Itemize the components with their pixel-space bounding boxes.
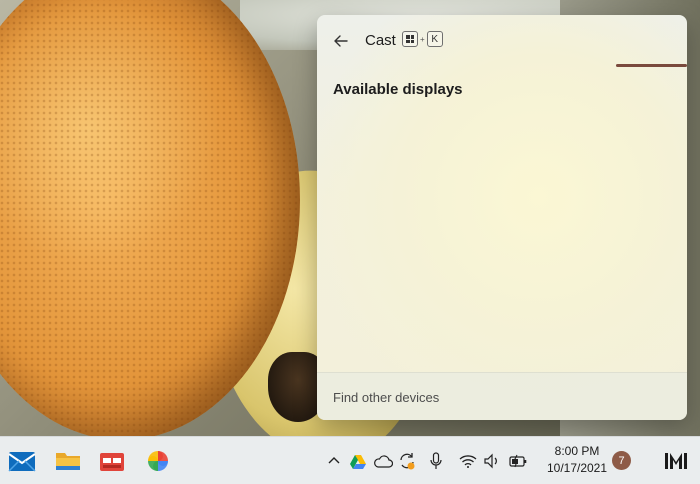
clock-date: 10/17/2021	[546, 461, 608, 475]
cast-footer: Find other devices	[317, 372, 687, 420]
back-button[interactable]	[329, 29, 353, 53]
tray-microphone[interactable]	[426, 451, 446, 471]
tray-network[interactable]	[458, 451, 478, 471]
tray-google-drive[interactable]	[348, 451, 368, 471]
store-icon	[100, 453, 124, 471]
pinwheel-icon	[148, 451, 168, 471]
available-displays-heading: Available displays	[333, 81, 463, 98]
show-hidden-icons-button[interactable]	[324, 451, 344, 471]
tray-onedrive[interactable]	[373, 451, 393, 471]
cast-title: Cast	[365, 32, 396, 49]
tray-sync[interactable]	[397, 451, 417, 471]
taskbar-clock[interactable]: 8:00 PM 10/17/2021	[538, 443, 616, 477]
keyboard-shortcut-hint: + K	[402, 31, 443, 47]
battery-charging-icon	[509, 454, 527, 468]
taskbar-mail-button[interactable]	[6, 445, 38, 477]
windows-key	[402, 31, 418, 47]
find-other-devices-link[interactable]: Find other devices	[333, 390, 439, 405]
clock-time: 8:00 PM	[554, 444, 600, 458]
tray-volume[interactable]	[482, 451, 502, 471]
taskbar-file-explorer-button[interactable]	[52, 445, 84, 477]
tray-battery[interactable]	[508, 451, 528, 471]
sync-icon	[400, 453, 415, 470]
watermark-logo	[662, 447, 690, 475]
windows-logo-icon	[406, 35, 414, 43]
taskbar: 8:00 PM 10/17/2021 7	[0, 436, 700, 484]
notification-count-badge[interactable]: 7	[612, 451, 631, 470]
onedrive-cloud-icon	[374, 455, 393, 468]
taskbar-store-button[interactable]	[96, 445, 128, 477]
k-key: K	[426, 31, 443, 47]
taskbar-photos-button[interactable]	[142, 445, 174, 477]
arrow-left-icon	[334, 35, 348, 47]
google-drive-icon	[350, 454, 366, 469]
brand-logo-icon	[665, 453, 687, 469]
shortcut-plus: +	[420, 34, 425, 44]
folder-icon	[56, 453, 80, 470]
chevron-up-icon	[328, 457, 340, 464]
wifi-icon	[459, 455, 477, 468]
cast-flyout: Cast + K Available displays Find other d…	[317, 15, 687, 420]
mail-icon	[8, 452, 36, 472]
searching-progress-indicator	[616, 64, 687, 67]
microphone-icon	[430, 452, 442, 469]
cast-header: Cast + K	[317, 15, 687, 67]
speaker-icon	[484, 453, 497, 469]
